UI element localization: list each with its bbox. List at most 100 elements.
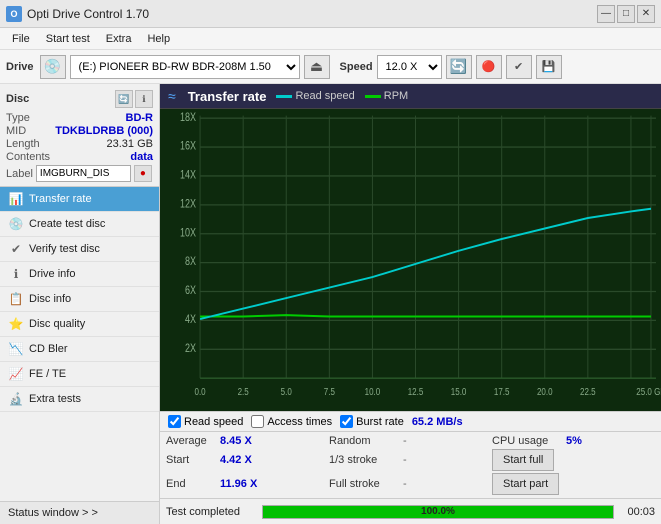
- verify-button[interactable]: ✔: [506, 55, 532, 79]
- read-speed-legend-color: [276, 95, 292, 98]
- stats-area: Average 8.45 X Random - CPU usage 5% Sta…: [160, 431, 661, 498]
- drive-info-icon: ℹ: [8, 267, 24, 281]
- access-times-checkbox[interactable]: [251, 415, 264, 428]
- chart-legend: Read speed RPM: [276, 90, 408, 102]
- nav-extra-tests[interactable]: 🔬 Extra tests: [0, 387, 159, 412]
- disc-icons: 🔄 ℹ: [115, 90, 153, 108]
- disc-type-row: Type BD-R: [6, 112, 153, 124]
- end-value: 11.96 X: [220, 478, 260, 490]
- save-button[interactable]: 💾: [536, 55, 562, 79]
- nav-disc-info-label: Disc info: [29, 293, 71, 305]
- disc-section-title: Disc: [6, 93, 29, 105]
- disc-type-value: BD-R: [126, 112, 154, 124]
- menu-help[interactable]: Help: [139, 31, 178, 47]
- status-window-button[interactable]: Status window > >: [0, 502, 159, 524]
- nav-fe-te[interactable]: 📈 FE / TE: [0, 362, 159, 387]
- drive-select[interactable]: (E:) PIONEER BD-RW BDR-208M 1.50: [70, 55, 300, 79]
- burst-rate-checkbox[interactable]: [340, 415, 353, 428]
- nav-drive-info-label: Drive info: [29, 268, 75, 280]
- nav-transfer-rate[interactable]: 📊 Transfer rate: [0, 187, 159, 212]
- burst-rate-value: 65.2 MB/s: [412, 416, 463, 428]
- sidebar: Disc 🔄 ℹ Type BD-R MID TDKBLDRBB (000) L…: [0, 84, 160, 524]
- stats-row-1: Average 8.45 X Random - CPU usage 5%: [166, 434, 655, 448]
- svg-text:14X: 14X: [180, 168, 196, 181]
- minimize-button[interactable]: —: [597, 5, 615, 23]
- cpu-value: 5%: [566, 435, 582, 447]
- nav-create-test-disc[interactable]: 💿 Create test disc: [0, 212, 159, 237]
- disc-info-btn[interactable]: ℹ: [135, 90, 153, 108]
- nav-cd-bler[interactable]: 📉 CD Bler: [0, 337, 159, 362]
- 13stroke-label: 1/3 stroke: [329, 454, 399, 466]
- stat-avg-col: Average 8.45 X: [166, 435, 329, 447]
- svg-text:12.5: 12.5: [408, 386, 424, 397]
- progress-area: Test completed 100.0% 00:03: [160, 498, 661, 524]
- stat-13stroke-col: 1/3 stroke -: [329, 454, 492, 466]
- read-speed-checkbox[interactable]: [168, 415, 181, 428]
- app-title: Opti Drive Control 1.70: [27, 7, 149, 21]
- start-full-button[interactable]: Start full: [492, 449, 554, 471]
- main-area: Disc 🔄 ℹ Type BD-R MID TDKBLDRBB (000) L…: [0, 84, 661, 524]
- extra-tests-icon: 🔬: [8, 392, 24, 406]
- svg-text:4X: 4X: [185, 313, 196, 326]
- access-times-checkbox-label[interactable]: Access times: [251, 415, 332, 428]
- svg-text:17.5: 17.5: [494, 386, 510, 397]
- svg-text:7.5: 7.5: [324, 386, 335, 397]
- fullstroke-value: -: [403, 478, 433, 490]
- disc-header: Disc 🔄 ℹ: [6, 90, 153, 108]
- read-speed-checkbox-text: Read speed: [184, 416, 243, 428]
- disc-label-icon[interactable]: ●: [134, 165, 152, 182]
- nav-disc-info[interactable]: 📋 Disc info: [0, 287, 159, 312]
- title-bar-left: O Opti Drive Control 1.70: [6, 6, 149, 22]
- svg-text:2.5: 2.5: [238, 386, 249, 397]
- cd-bler-icon: 📉: [8, 342, 24, 356]
- create-test-disc-icon: 💿: [8, 217, 24, 231]
- read-speed-checkbox-label[interactable]: Read speed: [168, 415, 243, 428]
- svg-text:2X: 2X: [185, 342, 196, 355]
- nav-drive-info[interactable]: ℹ Drive info: [0, 262, 159, 287]
- maximize-button[interactable]: □: [617, 5, 635, 23]
- end-label: End: [166, 478, 216, 490]
- speed-select[interactable]: 12.0 X ∨: [377, 55, 442, 79]
- progress-text: 100.0%: [263, 506, 613, 518]
- toolbar: Drive 💿 (E:) PIONEER BD-RW BDR-208M 1.50…: [0, 50, 661, 84]
- start-value: 4.42 X: [220, 454, 260, 466]
- close-button[interactable]: ✕: [637, 5, 655, 23]
- menu-file[interactable]: File: [4, 31, 38, 47]
- legend-read-speed: Read speed: [276, 90, 354, 102]
- nav-disc-quality[interactable]: ⭐ Disc quality: [0, 312, 159, 337]
- burst-rate-checkbox-label[interactable]: Burst rate: [340, 415, 404, 428]
- nav-disc-quality-label: Disc quality: [29, 318, 85, 330]
- start-part-button[interactable]: Start part: [492, 473, 559, 495]
- stat-end-col: End 11.96 X: [166, 478, 329, 490]
- disc-panel: Disc 🔄 ℹ Type BD-R MID TDKBLDRBB (000) L…: [0, 84, 159, 187]
- menu-bar: File Start test Extra Help: [0, 28, 661, 50]
- random-label: Random: [329, 435, 399, 447]
- stat-start-col: Start 4.42 X: [166, 454, 329, 466]
- stat-start-part-col: Start part: [492, 473, 655, 495]
- burn-button[interactable]: 🔴: [476, 55, 502, 79]
- fe-te-icon: 📈: [8, 367, 24, 381]
- nav-transfer-rate-label: Transfer rate: [29, 193, 92, 205]
- disc-mid-label: MID: [6, 125, 26, 137]
- rpm-legend-label: RPM: [384, 90, 408, 102]
- menu-start-test[interactable]: Start test: [38, 31, 98, 47]
- refresh-button[interactable]: 🔄: [446, 55, 472, 79]
- stat-cpu-col: CPU usage 5%: [492, 435, 655, 447]
- avg-value: 8.45 X: [220, 435, 260, 447]
- disc-length-value: 23.31 GB: [107, 138, 153, 150]
- disc-label-input[interactable]: [36, 165, 131, 182]
- drive-icon-btn[interactable]: 💿: [40, 55, 66, 79]
- svg-text:6X: 6X: [185, 284, 196, 297]
- avg-label: Average: [166, 435, 216, 447]
- disc-refresh-btn[interactable]: 🔄: [115, 90, 133, 108]
- menu-extra[interactable]: Extra: [98, 31, 140, 47]
- nav-fe-te-label: FE / TE: [29, 368, 66, 380]
- chart-header: ≈ Transfer rate Read speed RPM: [160, 84, 661, 109]
- disc-label-row: Label ●: [6, 165, 153, 182]
- chart-icon: ≈: [168, 88, 176, 104]
- nav-extra-tests-label: Extra tests: [29, 393, 81, 405]
- nav-verify-test-disc[interactable]: ✔ Verify test disc: [0, 237, 159, 262]
- eject-button[interactable]: ⏏: [304, 55, 330, 79]
- svg-text:22.5: 22.5: [580, 386, 596, 397]
- svg-text:0.0: 0.0: [195, 386, 206, 397]
